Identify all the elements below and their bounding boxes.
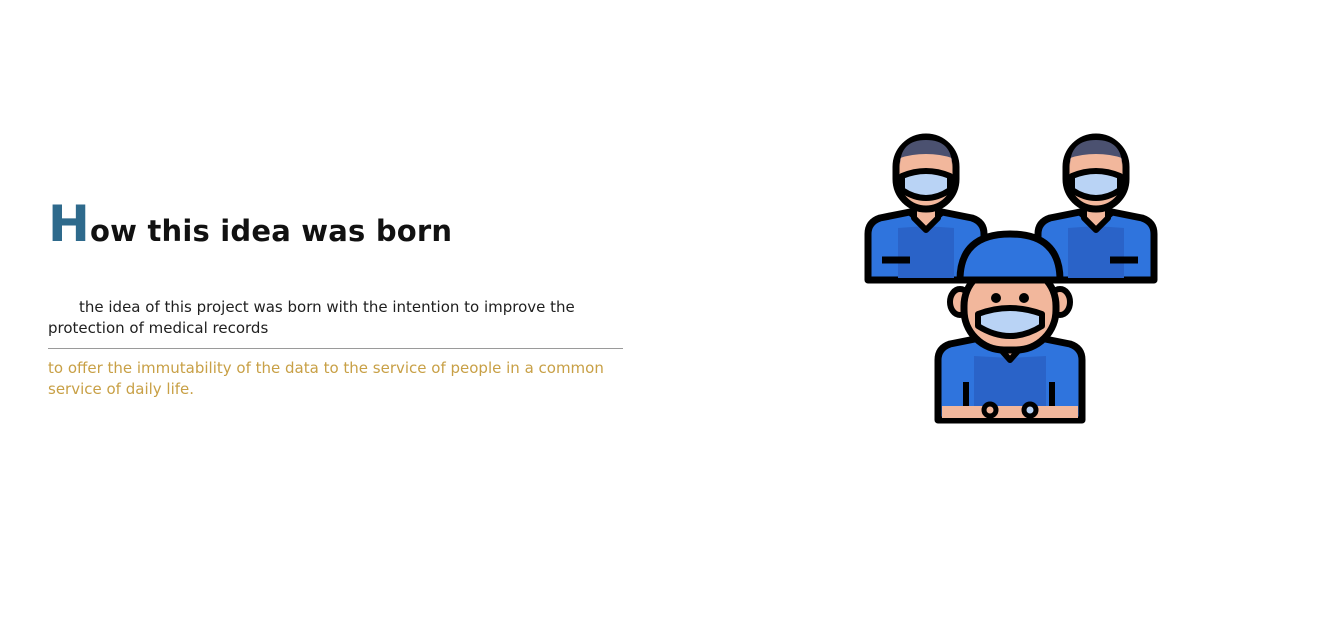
heading-initial: H: [48, 195, 91, 253]
highlight-note: to offer the immutability of the data to…: [48, 359, 604, 398]
front-doctor-figure: [934, 230, 1086, 424]
section-heading: How this idea was born: [48, 199, 623, 259]
intro-section: How this idea was born the idea of this …: [48, 199, 623, 400]
heading-rest: ow this idea was born: [90, 214, 453, 248]
medical-staff-icon: [864, 133, 1158, 424]
intro-paragraph: the idea of this project was born with t…: [48, 297, 623, 349]
